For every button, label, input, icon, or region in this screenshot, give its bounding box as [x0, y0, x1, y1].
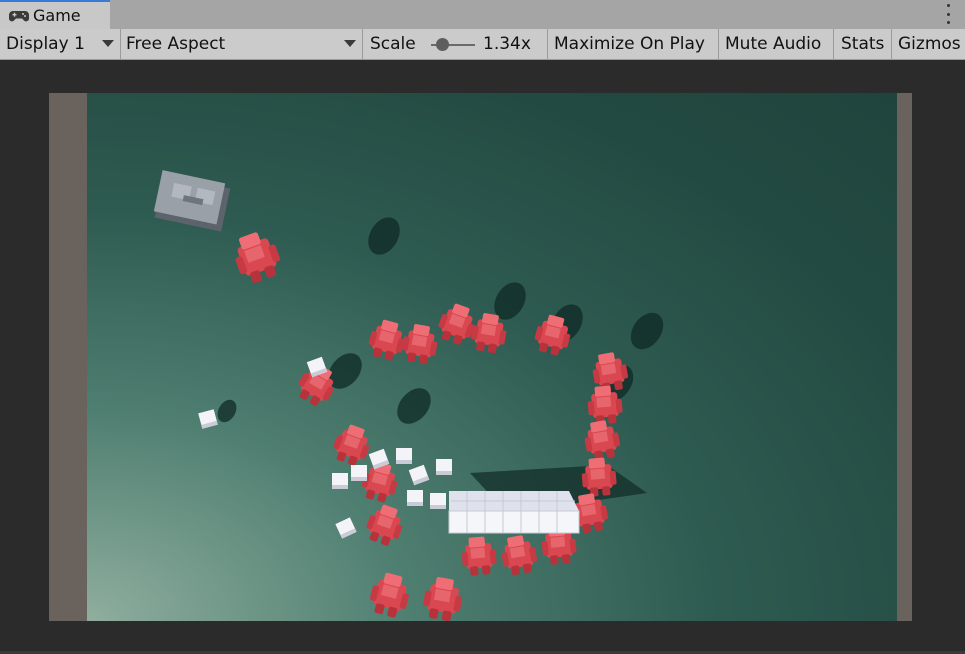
- scene: [153, 170, 670, 621]
- mute-audio-toggle[interactable]: Mute Audio: [719, 29, 834, 59]
- maximize-label: Maximize On Play: [554, 34, 705, 54]
- gamepad-icon: [9, 10, 29, 21]
- maximize-on-play-toggle[interactable]: Maximize On Play: [548, 29, 719, 59]
- aspect-label: Free Aspect: [126, 34, 226, 54]
- gizmos-label: Gizmos: [898, 34, 961, 54]
- stats-toggle[interactable]: Stats: [834, 29, 892, 59]
- block-wall: [448, 491, 580, 534]
- tab-title: Game: [33, 6, 81, 25]
- display-label: Display 1: [6, 34, 85, 54]
- gizmos-toggle[interactable]: Gizmos: [892, 29, 965, 59]
- mute-label: Mute Audio: [725, 34, 822, 54]
- kebab-menu-icon[interactable]: [945, 4, 951, 24]
- game-viewport[interactable]: [87, 93, 897, 621]
- game-toolbar: Display 1 Free Aspect Scale 1.34x Maximi…: [0, 29, 965, 60]
- display-dropdown[interactable]: Display 1: [0, 29, 121, 59]
- aspect-dropdown[interactable]: Free Aspect: [121, 29, 363, 59]
- robots: [228, 227, 631, 621]
- stats-label: Stats: [841, 34, 885, 54]
- scale-label: Scale: [370, 34, 416, 54]
- chevron-down-icon: [344, 40, 356, 47]
- tab-game[interactable]: Game: [0, 0, 110, 29]
- scale-value: 1.34x: [483, 34, 531, 54]
- tower: [153, 170, 231, 232]
- scale-slider-thumb[interactable]: [435, 38, 449, 51]
- chevron-down-icon: [102, 40, 114, 47]
- tab-strip: Game: [0, 0, 965, 29]
